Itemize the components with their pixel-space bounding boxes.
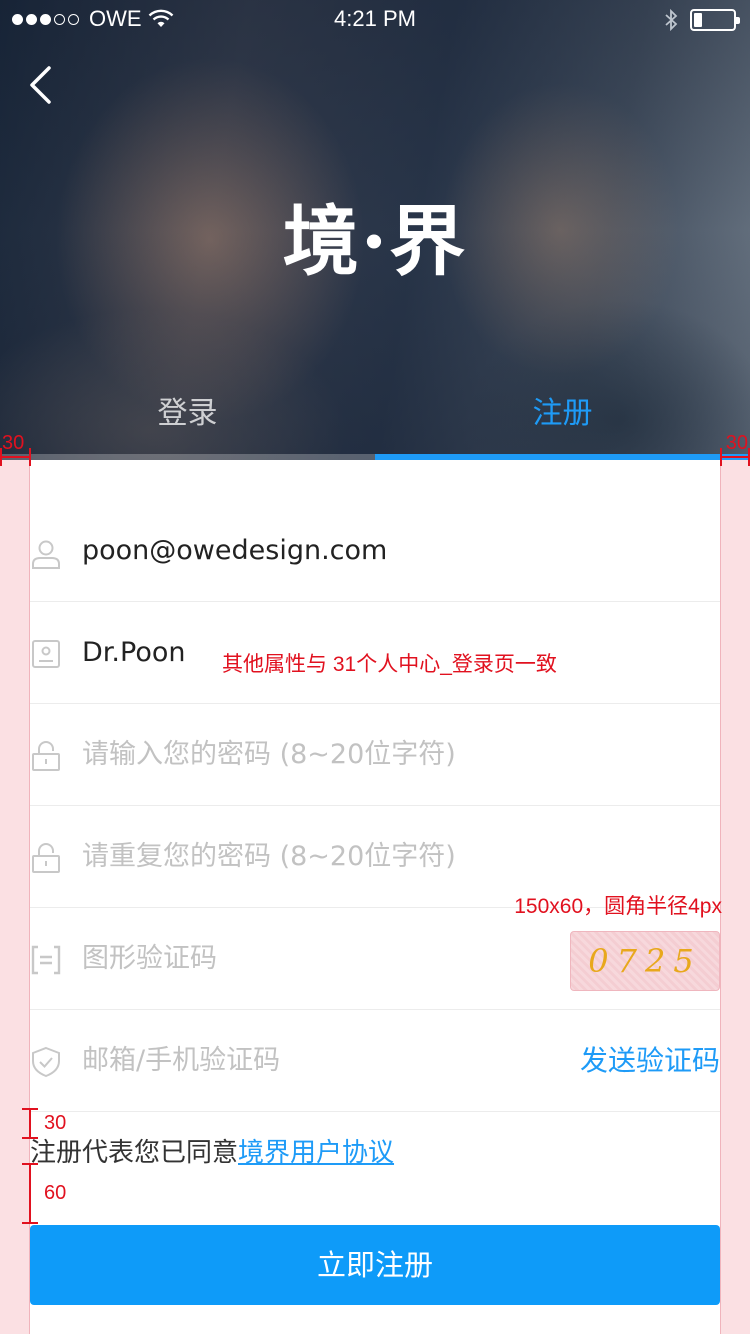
tab-login[interactable]: 登录 — [0, 388, 375, 432]
id-card-icon — [32, 640, 60, 668]
tab-active-indicator — [375, 454, 750, 460]
left-margin-guide — [0, 460, 30, 1334]
spacing-value-bottom: 60 — [44, 1182, 67, 1204]
left-margin-dimension-line — [0, 456, 30, 458]
spacing-value-top: 30 — [44, 1112, 67, 1134]
dimension-tick — [0, 448, 2, 466]
verify-code-field[interactable]: 邮箱/手机验证码 发送验证码 — [30, 1010, 720, 1112]
tab-register[interactable]: 注册 — [375, 388, 750, 432]
captcha-image[interactable]: 0725 — [570, 931, 720, 991]
nickname-field[interactable]: Dr.Poon 其他属性与 31个人中心_登录页一致 — [30, 602, 720, 704]
shield-check-icon — [32, 1046, 60, 1078]
email-field[interactable]: poon@owedesign.com — [30, 500, 720, 602]
back-button[interactable] — [22, 62, 62, 108]
status-right — [664, 8, 740, 32]
brand-logo-title: 境·界 — [282, 197, 468, 286]
captcha-text: 0725 — [588, 942, 702, 980]
password-repeat-placeholder: 请重复您的密码 (8~20位字符) — [82, 841, 456, 872]
user-agreement-link[interactable]: 境界用户协议 — [238, 1138, 394, 1168]
dimension-tick — [29, 448, 31, 466]
email-value: poon@owedesign.com — [82, 535, 388, 566]
status-bar: OWE 4:21 PM — [0, 0, 750, 40]
password-placeholder: 请输入您的密码 (8~20位字符) — [82, 739, 456, 770]
register-form: poon@owedesign.com Dr.Poon 其他属性与 31个人中心_… — [30, 500, 722, 1112]
status-time: 4:21 PM — [334, 6, 416, 31]
send-code-button[interactable]: 发送验证码 — [580, 1010, 720, 1112]
register-submit-button[interactable]: 立即注册 — [30, 1225, 720, 1305]
graphic-code-placeholder: 图形验证码 — [82, 943, 217, 974]
nickname-value: Dr.Poon — [82, 637, 186, 668]
spec-note-captcha-size: 150x60，圆角半径4px — [514, 895, 722, 918]
agreement-text: 注册代表您已同意境界用户协议 — [30, 1132, 394, 1169]
bluetooth-icon — [665, 8, 678, 32]
spec-note-same-as-login: 其他属性与 31个人中心_登录页一致 — [222, 653, 557, 676]
left-margin-label: 30 — [2, 432, 25, 454]
right-margin-dimension-line — [720, 456, 750, 458]
password-field[interactable]: 请输入您的密码 (8~20位字符) — [30, 704, 720, 806]
user-icon — [32, 540, 60, 569]
right-margin-label: 30 — [725, 432, 748, 454]
dimension-tick — [720, 448, 722, 466]
agreement-prefix: 注册代表您已同意 — [30, 1138, 239, 1168]
captcha-bracket-icon — [31, 945, 61, 975]
lock-icon — [32, 843, 60, 873]
verify-code-placeholder: 邮箱/手机验证码 — [82, 1045, 281, 1076]
lock-icon — [32, 741, 60, 771]
right-margin-guide — [720, 460, 750, 1334]
battery-icon — [690, 9, 740, 31]
